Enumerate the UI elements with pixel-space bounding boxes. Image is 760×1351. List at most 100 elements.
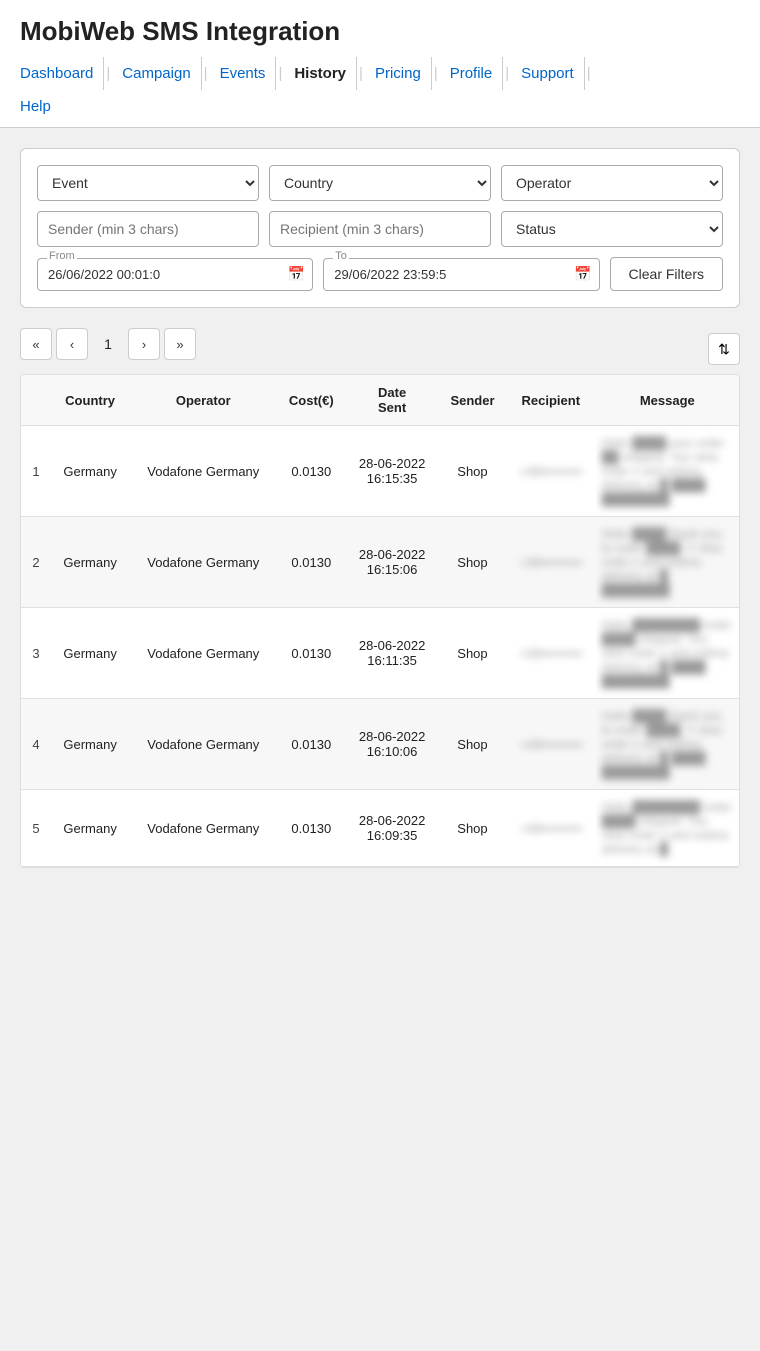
row-num: 5 <box>21 790 51 867</box>
table-row: 3 Germany Vodafone Germany 0.0130 28-06-… <box>21 608 739 699</box>
row-sender: Shop <box>439 608 506 699</box>
message-value: Hello ████ thank you fo order ████. Y vi… <box>602 709 722 779</box>
nav-help[interactable]: Help <box>20 94 51 119</box>
to-date-input[interactable] <box>323 258 599 291</box>
sort-button[interactable]: ⇅ <box>708 333 740 365</box>
next-page-button[interactable]: › <box>128 328 160 360</box>
col-num <box>21 375 51 426</box>
row-sender: Shop <box>439 790 506 867</box>
row-country: Germany <box>51 699 129 790</box>
pagination-sort-row: « ‹ 1 › » ⇅ <box>20 328 740 370</box>
row-recipient: +49••••••••• <box>506 699 596 790</box>
row-country: Germany <box>51 790 129 867</box>
last-page-button[interactable]: » <box>164 328 196 360</box>
nav-profile[interactable]: Profile <box>440 57 504 90</box>
pagination: « ‹ 1 › » <box>20 328 196 360</box>
from-date-icon[interactable]: 📅 <box>288 266 305 283</box>
recipient-value: +49••••••••• <box>519 555 582 570</box>
table-header: Country Operator Cost(€) DateSent Sender… <box>21 375 739 426</box>
row-cost: 0.0130 <box>277 426 345 517</box>
table-row: 4 Germany Vodafone Germany 0.0130 28-06-… <box>21 699 739 790</box>
recipient-input[interactable] <box>269 211 491 247</box>
filter-row-2: Status <box>37 211 723 247</box>
page-header: MobiWeb SMS Integration Dashboard | Camp… <box>0 0 760 128</box>
first-page-button[interactable]: « <box>20 328 52 360</box>
row-message: Hello ████████ order ████ shipped. You v… <box>596 608 739 699</box>
status-filter[interactable]: Status <box>501 211 723 247</box>
nav-campaign[interactable]: Campaign <box>112 57 201 90</box>
row-date-sent: 28-06-202216:11:35 <box>345 608 439 699</box>
row-recipient: +49••••••••• <box>506 517 596 608</box>
clear-filters-button[interactable]: Clear Filters <box>610 257 723 291</box>
row-country: Germany <box>51 517 129 608</box>
col-recipient: Recipient <box>506 375 596 426</box>
page-title: MobiWeb SMS Integration <box>20 16 740 47</box>
from-label: From <box>47 250 77 262</box>
nav-history[interactable]: History <box>284 57 357 90</box>
row-sender: Shop <box>439 517 506 608</box>
row-num: 2 <box>21 517 51 608</box>
row-num: 1 <box>21 426 51 517</box>
row-recipient: +49••••••••• <box>506 426 596 517</box>
message-value: Hello ████████ order ████ shipped. You v… <box>602 800 732 856</box>
table-row: 2 Germany Vodafone Germany 0.0130 28-06-… <box>21 517 739 608</box>
message-value: Hello ████████ order ████ shipped. You v… <box>602 618 732 688</box>
table-row: 5 Germany Vodafone Germany 0.0130 28-06-… <box>21 790 739 867</box>
row-date-sent: 28-06-202216:10:06 <box>345 699 439 790</box>
col-operator: Operator <box>129 375 277 426</box>
filter-box: Event Country Operator Status From 📅 T <box>20 148 740 308</box>
row-message: Hello ████████ order ████ shipped. You v… <box>596 790 739 867</box>
row-sender: Shop <box>439 426 506 517</box>
country-filter[interactable]: Country <box>269 165 491 201</box>
row-date-sent: 28-06-202216:09:35 <box>345 790 439 867</box>
history-table: Country Operator Cost(€) DateSent Sender… <box>21 375 739 867</box>
from-date-wrap: From 📅 <box>37 258 313 291</box>
nav-support[interactable]: Support <box>511 57 585 90</box>
row-cost: 0.0130 <box>277 790 345 867</box>
recipient-value: +49••••••••• <box>519 821 582 836</box>
message-value: Hello ████ thank you fo order ████. Y vi… <box>602 527 722 597</box>
current-page: 1 <box>92 328 124 360</box>
col-sender: Sender <box>439 375 506 426</box>
table-body: 1 Germany Vodafone Germany 0.0130 28-06-… <box>21 426 739 867</box>
row-date-sent: 28-06-202216:15:35 <box>345 426 439 517</box>
operator-filter[interactable]: Operator <box>501 165 723 201</box>
table-wrapper: Country Operator Cost(€) DateSent Sender… <box>20 374 740 868</box>
row-operator: Vodafone Germany <box>129 699 277 790</box>
filter-row-1: Event Country Operator <box>37 165 723 201</box>
nav-second-row: Help <box>20 90 740 127</box>
row-date-sent: 28-06-202216:15:06 <box>345 517 439 608</box>
nav: Dashboard | Campaign | Events | History … <box>20 57 740 90</box>
to-date-icon[interactable]: 📅 <box>574 266 591 283</box>
event-filter[interactable]: Event <box>37 165 259 201</box>
row-operator: Vodafone Germany <box>129 426 277 517</box>
row-country: Germany <box>51 608 129 699</box>
recipient-value: +49••••••••• <box>519 464 582 479</box>
nav-pricing[interactable]: Pricing <box>365 57 432 90</box>
recipient-value: +49••••••••• <box>519 737 582 752</box>
row-recipient: +49••••••••• <box>506 608 596 699</box>
row-cost: 0.0130 <box>277 699 345 790</box>
message-value: Hello ████ your order ██ shipped. You vi… <box>602 436 725 506</box>
row-message: Hello ████ thank you fo order ████. Y vi… <box>596 699 739 790</box>
to-date-wrap: To 📅 <box>323 258 599 291</box>
row-sender: Shop <box>439 699 506 790</box>
row-num: 4 <box>21 699 51 790</box>
table-row: 1 Germany Vodafone Germany 0.0130 28-06-… <box>21 426 739 517</box>
from-date-input[interactable] <box>37 258 313 291</box>
col-country: Country <box>51 375 129 426</box>
row-operator: Vodafone Germany <box>129 608 277 699</box>
sender-input[interactable] <box>37 211 259 247</box>
main-content: Event Country Operator Status From 📅 T <box>0 128 760 888</box>
row-cost: 0.0130 <box>277 608 345 699</box>
row-message: Hello ████ thank you fo order ████. Y vi… <box>596 517 739 608</box>
col-message: Message <box>596 375 739 426</box>
row-operator: Vodafone Germany <box>129 517 277 608</box>
nav-dashboard[interactable]: Dashboard <box>20 57 104 90</box>
to-label: To <box>333 250 349 262</box>
row-operator: Vodafone Germany <box>129 790 277 867</box>
prev-page-button[interactable]: ‹ <box>56 328 88 360</box>
nav-events[interactable]: Events <box>210 57 277 90</box>
row-num: 3 <box>21 608 51 699</box>
filter-row-date: From 📅 To 📅 Clear Filters <box>37 257 723 291</box>
